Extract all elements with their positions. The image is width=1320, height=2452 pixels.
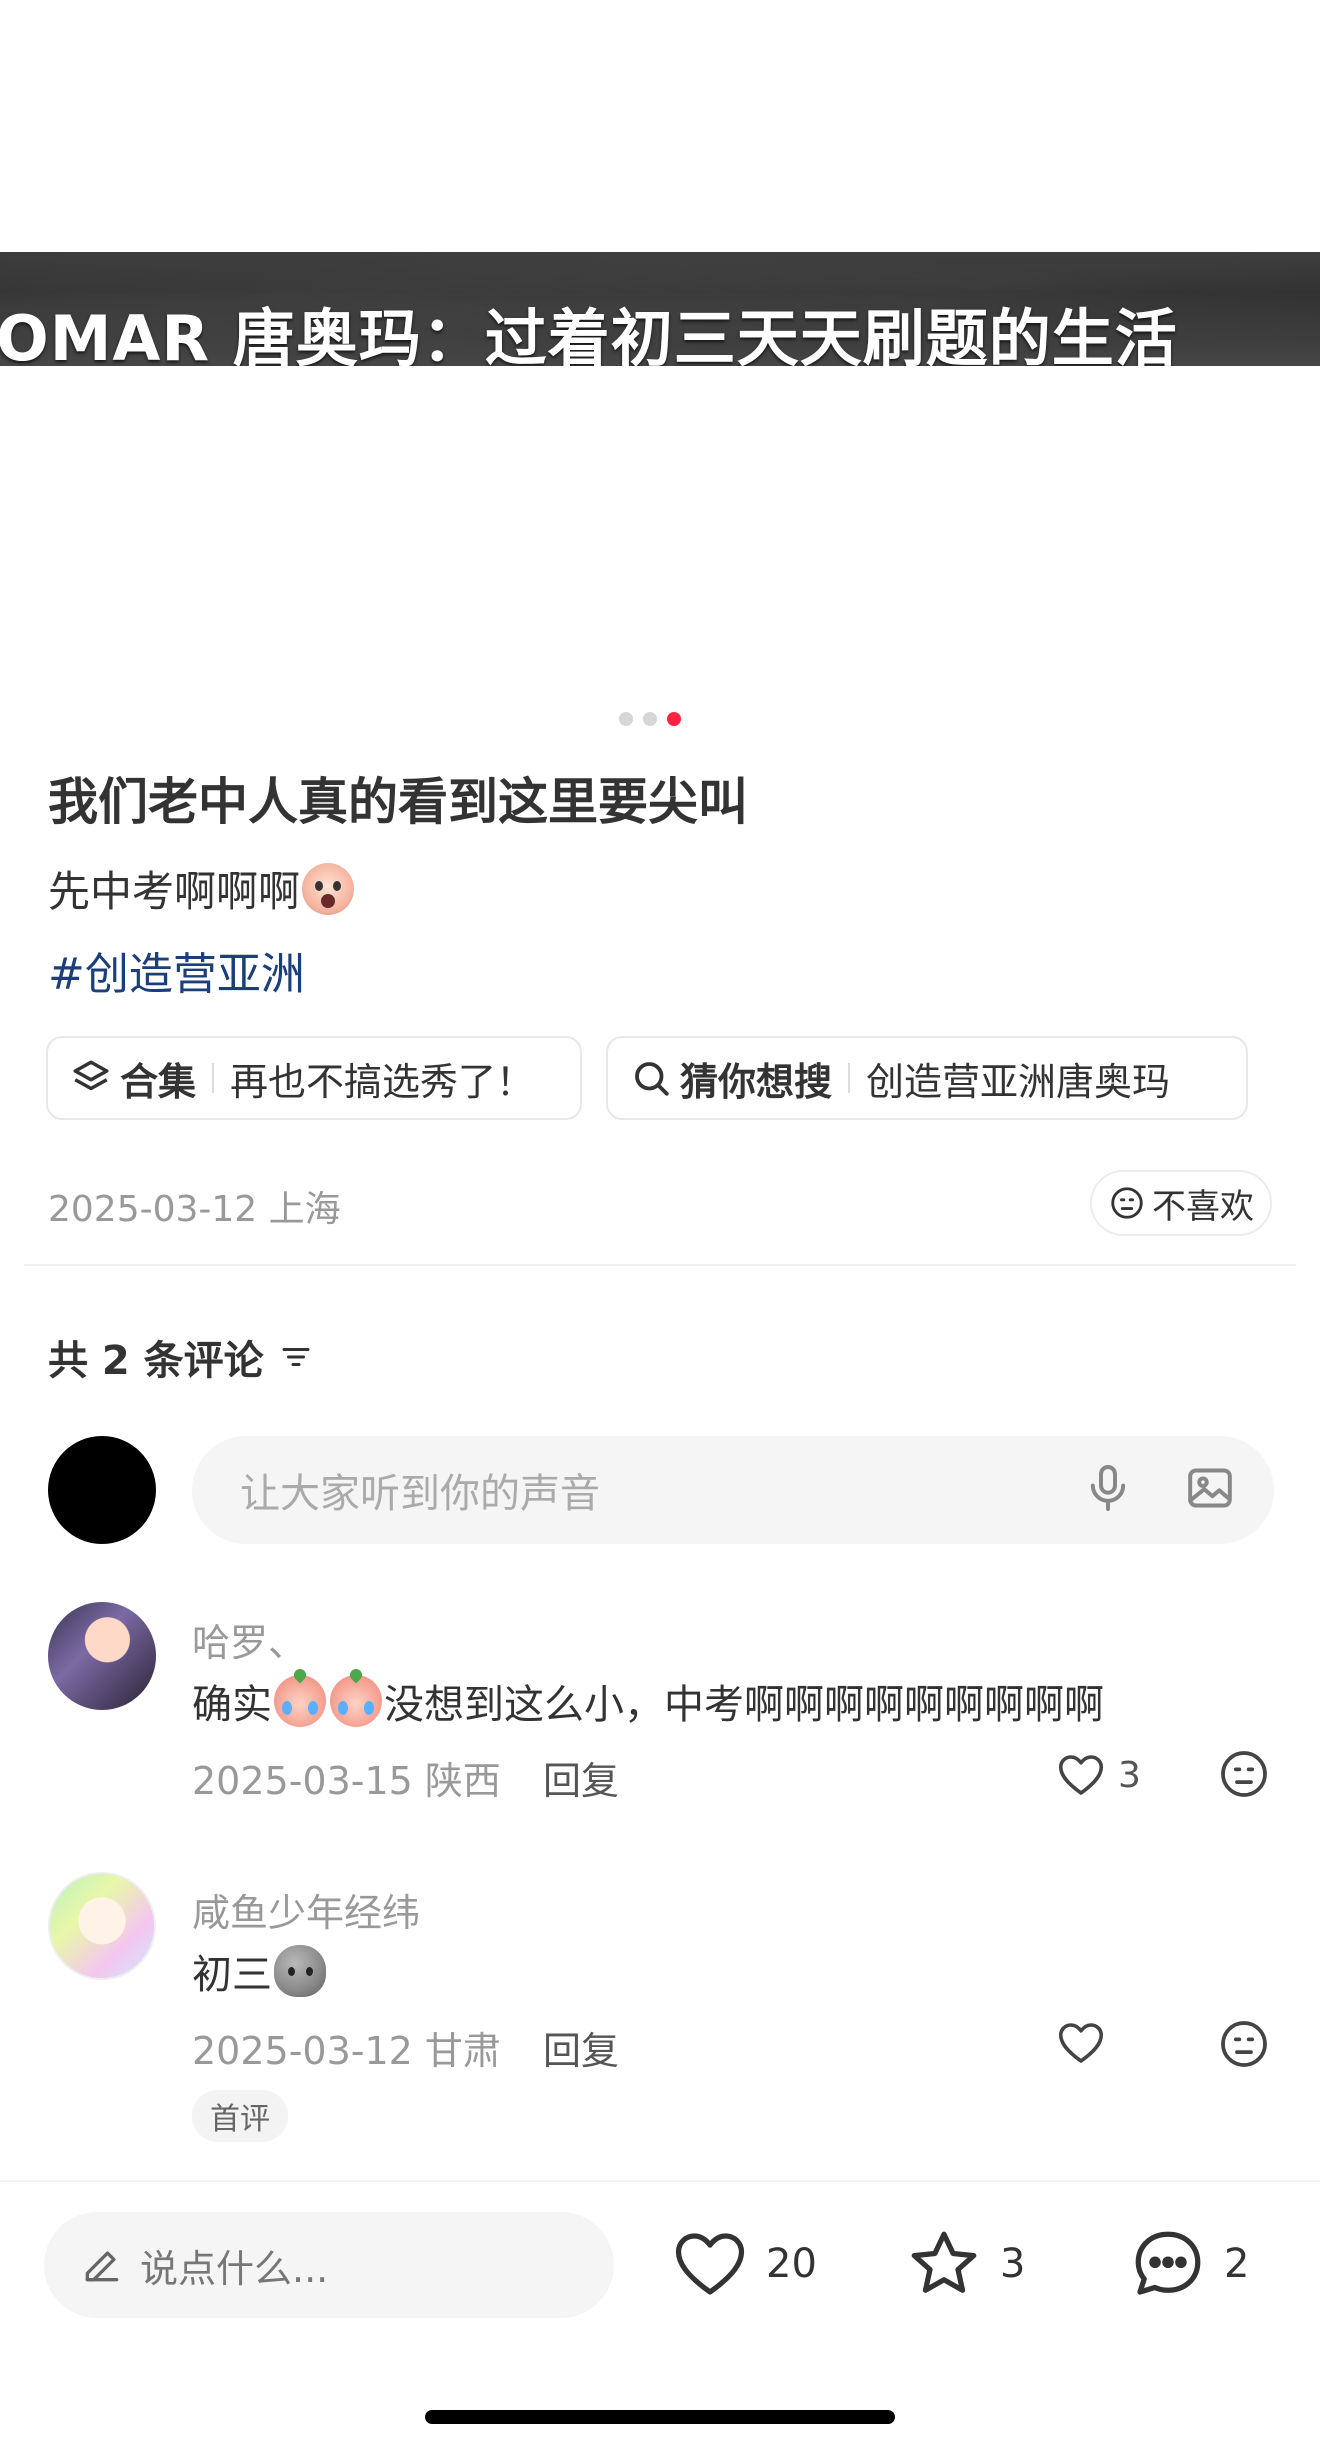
chip-divider	[848, 1063, 851, 1093]
post-title: 我们老中人真的看到这里要尖叫	[48, 773, 748, 831]
banner-caption: OMAR 唐奥玛：过着初三天天刷题的生活	[0, 302, 1178, 366]
collection-chip[interactable]: 合集 再也不搞选秀了！	[46, 1036, 582, 1120]
post-description-text: 先中考啊啊啊	[48, 867, 301, 916]
commenter-name[interactable]: 咸鱼少年经纬	[192, 1882, 420, 1937]
carousel-dot	[619, 712, 633, 726]
collect-button[interactable]: 3	[902, 2222, 1025, 2306]
comment-text: 初三	[192, 1942, 326, 2000]
comment-like-count: 3	[1118, 1754, 1141, 1796]
bottom-bar-divider	[0, 2180, 1320, 2182]
microphone-icon[interactable]	[1080, 1460, 1136, 1516]
comment-text-part: 初三	[192, 1952, 272, 1998]
star-icon	[911, 2231, 977, 2293]
comment-text-part: 没想到这么小，中考啊啊啊啊啊啊啊啊啊	[384, 1682, 1104, 1728]
comment-meta: 2025-03-12 甘肃 回复	[192, 2020, 619, 2075]
image-icon[interactable]	[1182, 1460, 1238, 1516]
comment-dislike-face-icon[interactable]	[1216, 2016, 1272, 2072]
my-avatar[interactable]	[48, 1436, 156, 1544]
comments-header: 共 2 条评论	[48, 1328, 314, 1386]
post-hashtag[interactable]: #创造营亚洲	[48, 938, 305, 1002]
search-suggestion-chip[interactable]: 猜你想搜 创造营亚洲唐奥玛	[606, 1036, 1248, 1120]
collection-chip-value: 再也不搞选秀了！	[230, 1059, 535, 1104]
collect-count: 3	[1000, 2241, 1026, 2287]
comment-input[interactable]: 让大家听到你的声音	[192, 1436, 1274, 1544]
comment-count: 2	[1224, 2241, 1250, 2287]
stone-face-emoji-icon	[274, 1945, 326, 1997]
post-description: 先中考啊啊啊	[48, 858, 355, 919]
comment-dislike-face-icon[interactable]	[1216, 1746, 1272, 1802]
first-comment-badge: 首评	[192, 2090, 288, 2142]
comment-input-placeholder: 让大家听到你的声音	[240, 1471, 600, 1517]
bottom-input-placeholder: 说点什么...	[140, 2246, 329, 2291]
carousel-indicator	[619, 712, 681, 726]
commenter-avatar[interactable]	[48, 1872, 156, 1980]
bottom-comment-input[interactable]: 说点什么...	[44, 2212, 614, 2318]
search-chip-value: 创造营亚洲唐奥玛	[866, 1059, 1171, 1104]
carousel-dot-active	[667, 712, 681, 726]
comment-date-location: 2025-03-15 陕西	[192, 1759, 501, 1803]
like-count: 20	[766, 2241, 817, 2287]
section-divider	[24, 1264, 1296, 1266]
commenter-avatar[interactable]	[48, 1602, 156, 1710]
heart-icon	[675, 2233, 745, 2295]
chat-bubble-icon	[1135, 2231, 1201, 2295]
heart-icon	[1058, 1755, 1104, 1795]
reply-button[interactable]: 回复	[543, 2029, 619, 2073]
comment-text: 确实 没想到这么小，中考啊啊啊啊啊啊啊啊啊	[192, 1672, 1104, 1730]
carousel-dot	[643, 712, 657, 726]
comment-date-location: 2025-03-12 甘肃	[192, 2029, 501, 2073]
comment-text-part: 确实	[192, 1682, 272, 1728]
comment-like-button[interactable]	[1054, 2016, 1108, 2070]
like-button[interactable]: 20	[668, 2222, 817, 2306]
crying-peach-emoji-icon	[330, 1675, 382, 1727]
chip-divider	[212, 1063, 215, 1093]
sort-icon[interactable]	[278, 1339, 314, 1375]
collection-chip-label: 合集	[120, 1059, 197, 1104]
commenter-name[interactable]: 哈罗、	[192, 1612, 306, 1667]
comments-count-label: 共 2 条评论	[48, 1338, 264, 1384]
crying-peach-emoji-icon	[274, 1675, 326, 1727]
reply-button[interactable]: 回复	[543, 1759, 619, 1803]
post-date-location: 2025-03-12 上海	[48, 1189, 341, 1230]
dislike-button[interactable]: 不喜欢	[1090, 1170, 1272, 1236]
home-indicator[interactable]	[425, 2410, 895, 2424]
comment-button[interactable]: 2	[1126, 2222, 1249, 2306]
dislike-label: 不喜欢	[1152, 1186, 1254, 1227]
heart-icon	[1058, 2023, 1104, 2063]
search-chip-label: 猜你想搜	[680, 1059, 833, 1104]
neutral-face-icon	[1111, 1187, 1143, 1219]
post-image-banner[interactable]: OMAR 唐奥玛：过着初三天天刷题的生活	[0, 252, 1320, 366]
comment-meta: 2025-03-15 陕西 回复	[192, 1750, 619, 1805]
comment-like-button[interactable]: 3	[1054, 1748, 1141, 1802]
pencil-icon	[85, 2251, 119, 2282]
screaming-face-emoji-icon	[302, 862, 355, 915]
search-icon	[635, 1062, 669, 1096]
layers-icon	[73, 1060, 109, 1091]
